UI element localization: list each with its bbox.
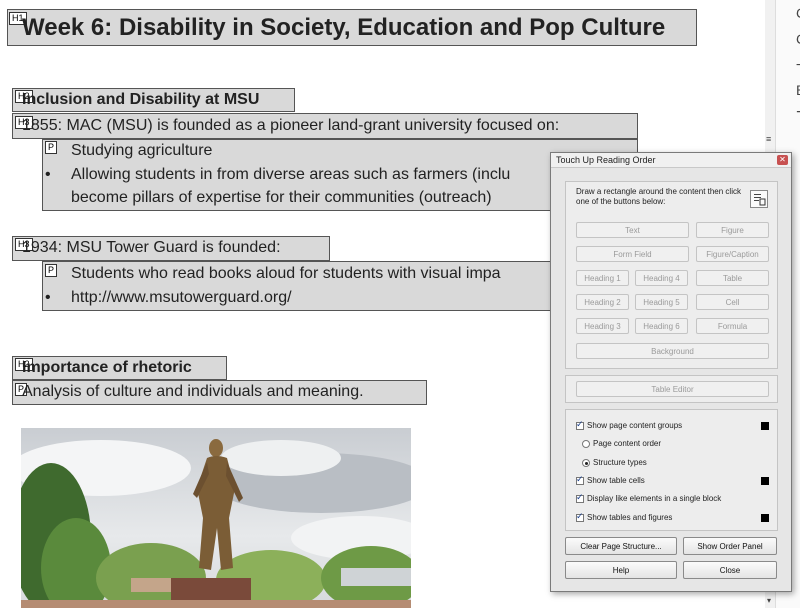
panel-icon[interactable]: B [796, 82, 800, 98]
show-order-panel-button[interactable]: Show Order Panel [683, 537, 777, 555]
color-swatch[interactable] [761, 477, 769, 485]
help-button[interactable]: Help [565, 561, 677, 579]
show-table-cells-label: Show table cells [587, 476, 645, 485]
show-page-content-groups-checkbox[interactable] [576, 419, 584, 430]
table-button[interactable]: Table [696, 270, 769, 286]
dialog-instruction: Draw a rectangle around the content then… [576, 187, 741, 206]
text-button[interactable]: Text [576, 222, 689, 238]
dialog-title: Touch Up Reading Order [556, 155, 656, 165]
display-like-elements-label: Display like elements in a single block [587, 494, 722, 503]
show-page-content-groups-label: Show page content groups [587, 421, 683, 430]
buttons-group: Draw a rectangle around the content then… [565, 181, 778, 369]
show-tables-and-figures-checkbox[interactable] [576, 511, 584, 522]
heading-5-button[interactable]: Heading 5 [635, 294, 688, 310]
heading-4-button[interactable]: Heading 4 [635, 270, 688, 286]
show-tables-and-figures-label: Show tables and figures [587, 513, 673, 522]
scrollbar-grip-icon[interactable]: ≡ [766, 134, 771, 144]
figure-button[interactable]: Figure [696, 222, 769, 238]
list-item: Allowing students in from diverse areas … [71, 166, 511, 183]
heading-2-button[interactable]: Heading 2 [576, 294, 629, 310]
statue-photo [21, 428, 411, 608]
list-item-continuation: become pillars of expertise for their co… [71, 189, 492, 206]
section-heading: Inclusion and Disability at MSU [22, 91, 260, 108]
formula-button[interactable]: Formula [696, 318, 769, 334]
structure-types-label: Structure types [593, 458, 647, 467]
subheading-1934: 1934: MSU Tower Guard is founded: [22, 239, 281, 256]
tag-p: P [45, 141, 58, 154]
touch-up-reading-order-dialog: Touch Up Reading Order ✕ Draw a rectangl… [550, 152, 792, 592]
bullet-icon: • [45, 166, 51, 183]
heading-1-button[interactable]: Heading 1 [576, 270, 629, 286]
heading-6-button[interactable]: Heading 6 [635, 318, 688, 334]
page-content-order-label: Page content order [593, 439, 662, 448]
link-text[interactable]: http://www.msutowerguard.org/ [71, 289, 292, 307]
panel-icon[interactable]: ⊸ [796, 56, 800, 73]
paragraph-text: Analysis of culture and individuals and … [22, 383, 364, 400]
scroll-down-arrow-icon[interactable]: ▾ [767, 596, 771, 605]
tag-p: P [45, 264, 58, 277]
panel-icon[interactable]: C [796, 5, 800, 21]
structure-types-radio[interactable] [582, 459, 590, 467]
dialog-close-icon[interactable]: ✕ [777, 155, 788, 165]
subheading-1855: 1855: MAC (MSU) is founded as a pioneer … [22, 117, 560, 134]
figure-caption-button[interactable]: Figure/Caption [696, 246, 769, 262]
close-button[interactable]: Close [683, 561, 777, 579]
page-heading: Week 6: Disability in Society, Education… [22, 14, 666, 41]
background-button[interactable]: Background [576, 343, 769, 359]
display-like-elements-checkbox[interactable] [576, 492, 584, 503]
reading-order-icon [750, 190, 768, 208]
panel-icon[interactable]: C [796, 31, 800, 47]
panel-icon[interactable]: ⊹ [796, 103, 800, 120]
form-field-button[interactable]: Form Field [576, 246, 689, 262]
list-item: Students who read books aloud for studen… [71, 265, 501, 282]
show-table-cells-checkbox[interactable] [576, 474, 584, 485]
bullet-icon: • [45, 289, 51, 306]
section-heading: Importance of rhetoric [22, 359, 192, 376]
heading-3-button[interactable]: Heading 3 [576, 318, 629, 334]
page-content-order-radio[interactable] [582, 440, 590, 448]
color-swatch[interactable] [761, 514, 769, 522]
dialog-titlebar[interactable]: Touch Up Reading Order ✕ [551, 153, 791, 168]
options-group: Show page content groups Page content or… [565, 409, 778, 531]
table-editor-button[interactable]: Table Editor [576, 381, 769, 397]
color-swatch[interactable] [761, 422, 769, 430]
clear-page-structure-button[interactable]: Clear Page Structure... [565, 537, 677, 555]
list-item: Studying agriculture [71, 142, 213, 159]
table-editor-group: Table Editor [565, 375, 778, 403]
cell-button[interactable]: Cell [696, 294, 769, 310]
